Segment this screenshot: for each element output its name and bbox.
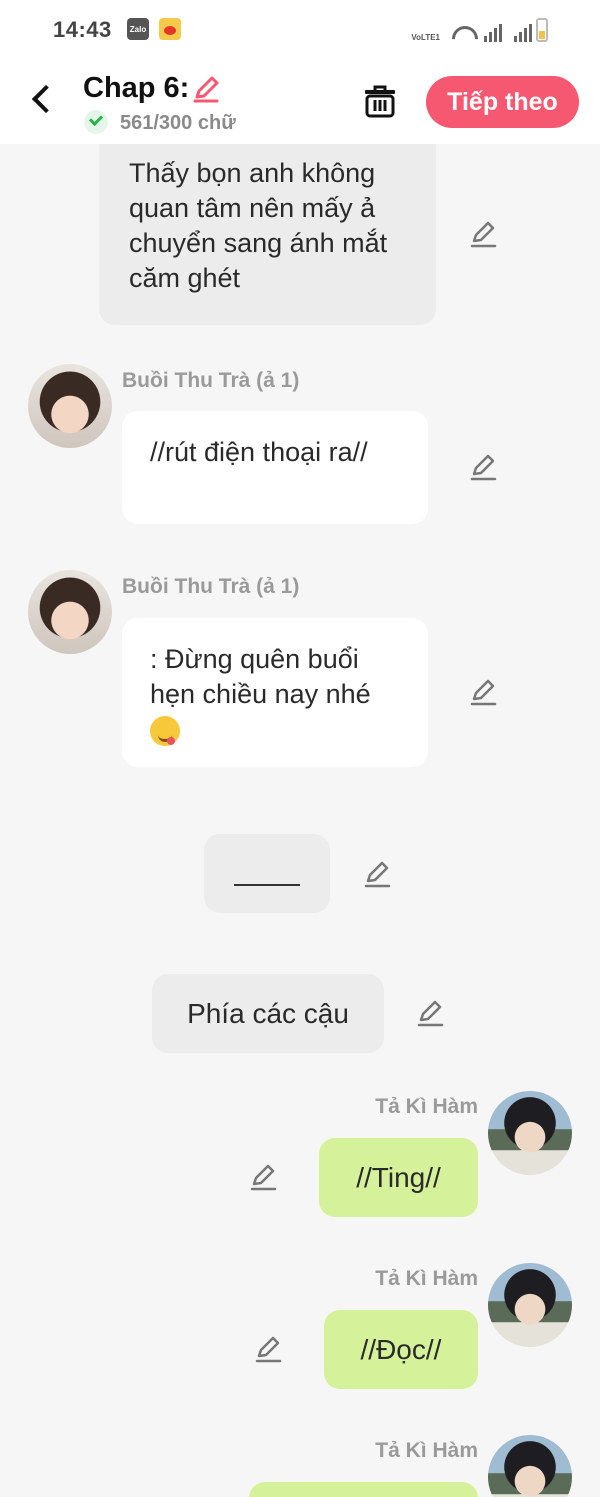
pencil-icon[interactable]: [249, 1162, 279, 1192]
check-icon: [84, 110, 108, 134]
signal-icon: [514, 24, 532, 42]
message-text: : Đừng quên buổi hẹn chiều nay nhé: [150, 644, 371, 709]
avatar[interactable]: [28, 364, 112, 448]
divider-line: [234, 884, 300, 886]
message-text: //Ting//: [356, 1162, 441, 1193]
wifi-icon: [452, 26, 472, 42]
word-count: 561/300 chữ: [120, 112, 236, 134]
message-bubble[interactable]: //rút điện thoại ra//: [122, 411, 428, 524]
pencil-icon[interactable]: [416, 998, 446, 1028]
status-icons: VoLTE1: [411, 18, 550, 42]
zalo-icon: Zalo: [127, 18, 149, 40]
volte-icon: VoLTE1: [411, 33, 440, 42]
pencil-icon[interactable]: [191, 72, 223, 104]
chapter-title[interactable]: Chap 6:: [83, 72, 189, 105]
pencil-icon[interactable]: [254, 1334, 284, 1364]
sender-name: Buồi Thu Trà (ả 1): [122, 369, 300, 392]
sender-name: Tả Kì Hàm: [375, 1095, 478, 1118]
pencil-icon[interactable]: [469, 677, 499, 707]
avatar[interactable]: [488, 1091, 572, 1175]
message-text: //Đọc//: [360, 1334, 442, 1365]
pencil-icon[interactable]: [469, 452, 499, 482]
avatar[interactable]: [28, 570, 112, 654]
sender-name: Buồi Thu Trà (ả 1): [122, 575, 300, 598]
yum-face-icon: [150, 715, 180, 746]
avatar[interactable]: [488, 1435, 572, 1497]
message-bubble[interactable]: //Đọc//: [324, 1310, 478, 1389]
avatar[interactable]: [488, 1263, 572, 1347]
message-bubble[interactable]: [249, 1482, 478, 1497]
narration-bubble[interactable]: [204, 834, 330, 913]
editor-header: Chap 6: 561/300 chữ Tiếp theo: [0, 60, 600, 144]
status-time: 14:43: [53, 17, 112, 42]
sender-name: Tả Kì Hàm: [375, 1439, 478, 1462]
sender-name: Tả Kì Hàm: [375, 1267, 478, 1290]
pencil-icon[interactable]: [363, 859, 393, 889]
weibo-icon: [159, 18, 181, 40]
chat-area[interactable]: Thấy bọn anh không quan tâm nên mấy ả ch…: [0, 144, 600, 1497]
pencil-icon[interactable]: [469, 219, 499, 249]
narration-bubble[interactable]: Phía các cậu: [152, 974, 384, 1053]
message-text: Thấy bọn anh không quan tâm nên mấy ả ch…: [129, 158, 388, 293]
back-button[interactable]: [28, 82, 58, 118]
trash-icon[interactable]: [362, 83, 398, 119]
message-text: //rút điện thoại ra//: [150, 437, 368, 467]
message-bubble[interactable]: //Ting//: [319, 1138, 478, 1217]
signal-icon: [484, 24, 502, 42]
message-bubble[interactable]: : Đừng quên buổi hẹn chiều nay nhé: [122, 618, 428, 767]
status-bar: 14:43 Zalo VoLTE1: [0, 0, 600, 60]
next-button[interactable]: Tiếp theo: [426, 76, 579, 128]
battery-icon: [536, 18, 548, 42]
message-text: Phía các cậu: [187, 998, 349, 1029]
narration-bubble[interactable]: Thấy bọn anh không quan tâm nên mấy ả ch…: [99, 144, 436, 325]
